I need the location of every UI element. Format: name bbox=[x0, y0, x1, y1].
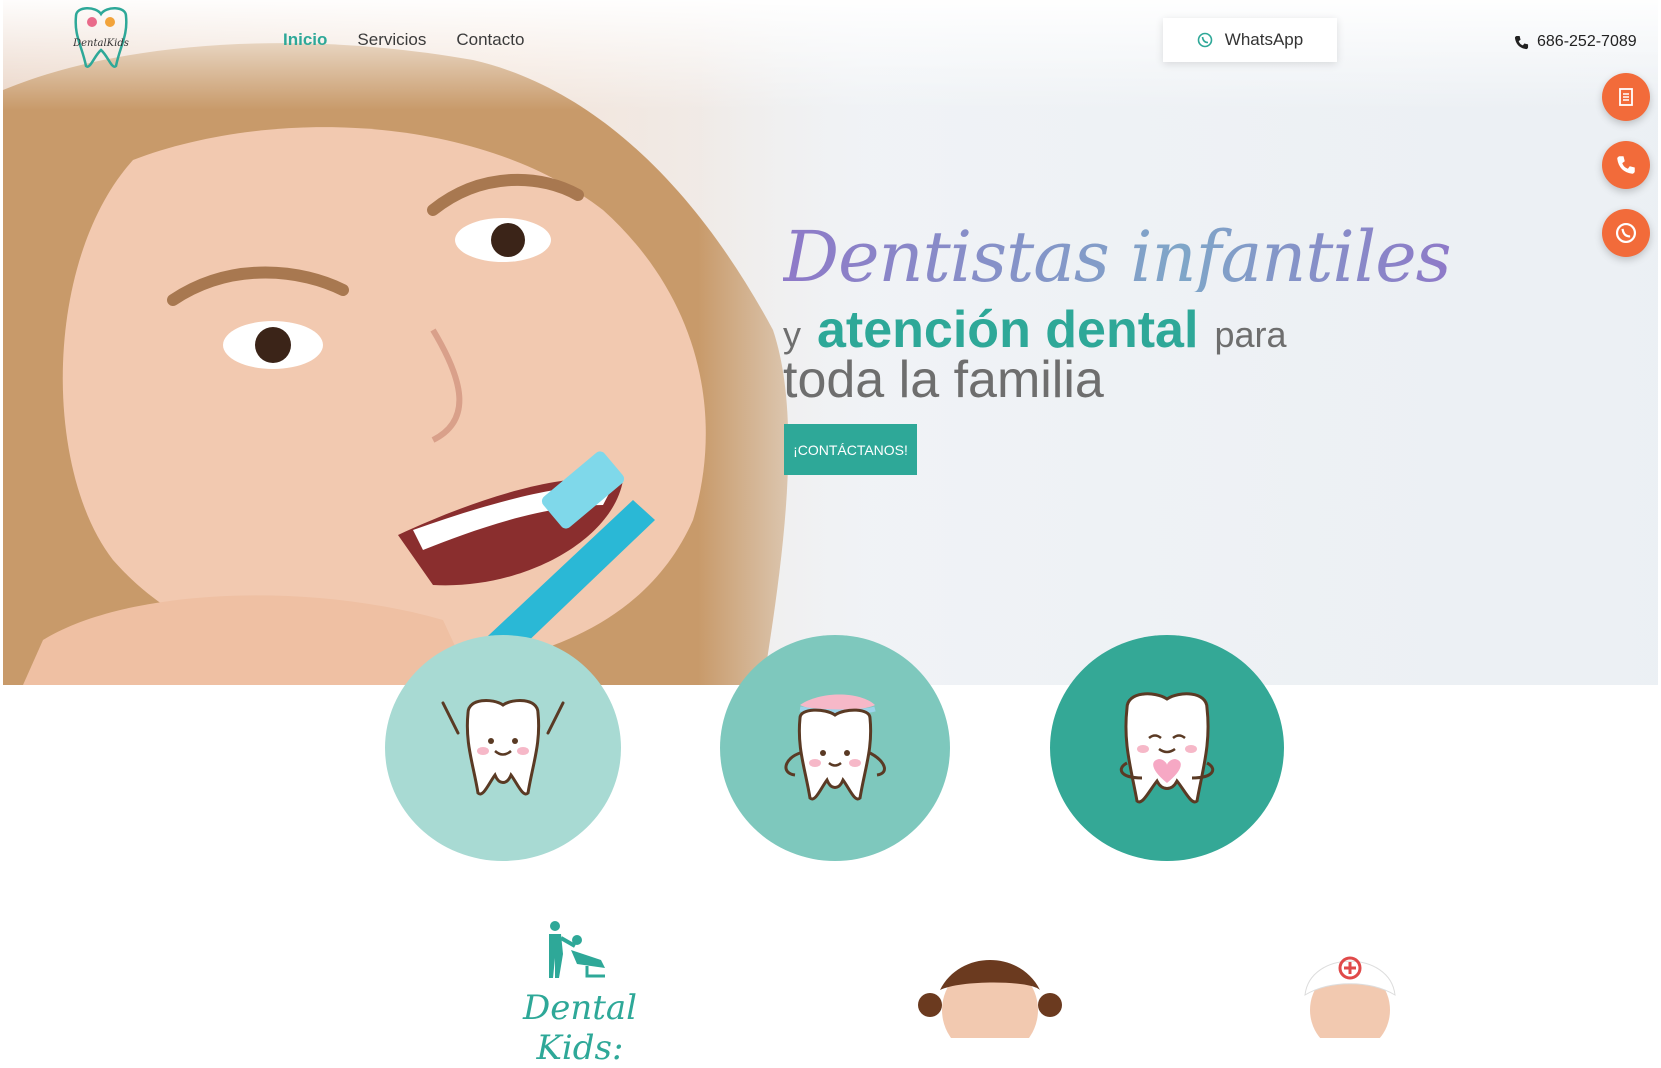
phone-number: 686-252-7089 bbox=[1537, 33, 1637, 50]
floating-form-button[interactable] bbox=[1602, 73, 1650, 121]
feature-circle-3[interactable] bbox=[1050, 635, 1284, 861]
phone-icon bbox=[1514, 35, 1529, 49]
phone-icon bbox=[1617, 156, 1635, 174]
contact-cta-button[interactable]: ¡CONTÁCTANOS! bbox=[784, 424, 917, 475]
header-phone[interactable]: 686-252-7089 bbox=[1514, 33, 1637, 51]
heart-tooth-icon bbox=[1119, 692, 1215, 804]
whatsapp-icon bbox=[1615, 222, 1637, 244]
site-header: DentalKids Inicio Servicios Contacto Wha… bbox=[0, 0, 1661, 85]
nav-contacto[interactable]: Contacto bbox=[456, 30, 524, 50]
hero-line2-suffix: para bbox=[1214, 314, 1287, 355]
whatsapp-label: WhatsApp bbox=[1224, 30, 1304, 49]
dentist-chair-icon bbox=[549, 921, 605, 978]
feature-circle-1[interactable] bbox=[385, 635, 621, 861]
kids-photo bbox=[918, 956, 1396, 1038]
hero-line2-prefix: y bbox=[783, 314, 801, 355]
main-nav: Inicio Servicios Contacto bbox=[283, 30, 524, 50]
hero-title: Dentistas infantiles bbox=[783, 216, 1452, 298]
whatsapp-button[interactable]: WhatsApp bbox=[1163, 18, 1337, 62]
floating-call-button[interactable] bbox=[1602, 141, 1650, 189]
happy-tooth-icon bbox=[441, 699, 565, 796]
toothpaste-tooth-icon bbox=[784, 694, 886, 801]
svg-text:DentalKids: DentalKids bbox=[72, 38, 129, 49]
nav-inicio[interactable]: Inicio bbox=[283, 30, 327, 50]
document-icon bbox=[1619, 88, 1633, 106]
hero-line3: toda la familia bbox=[783, 351, 1104, 409]
whatsapp-icon bbox=[1197, 32, 1213, 48]
feature-circle-2[interactable] bbox=[720, 635, 950, 861]
nav-servicios[interactable]: Servicios bbox=[357, 30, 426, 50]
dental-kids-logo[interactable]: DentalKids bbox=[68, 6, 134, 70]
floating-whatsapp-button[interactable] bbox=[1602, 209, 1650, 257]
section-title: Dental Kids: bbox=[522, 988, 638, 1068]
